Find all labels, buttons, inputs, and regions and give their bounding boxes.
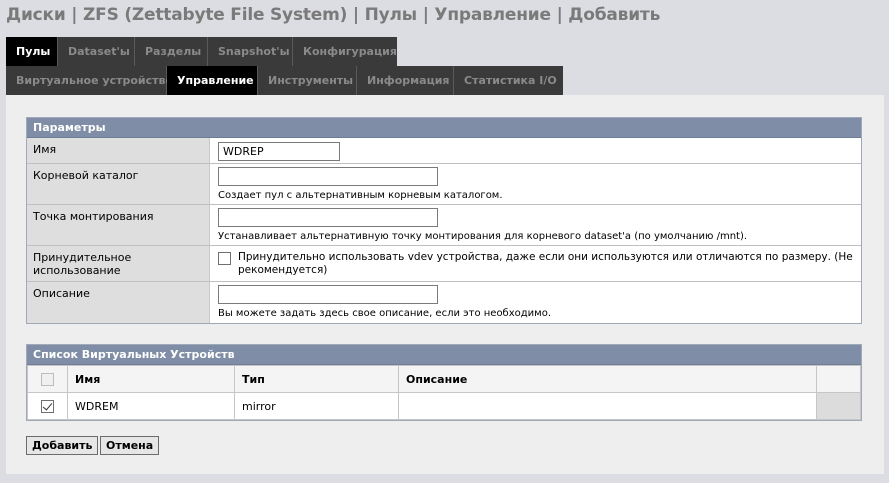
vdev-type: mirror bbox=[234, 392, 399, 420]
row-actions-cell bbox=[816, 392, 861, 420]
tab-management[interactable]: Управление bbox=[167, 66, 258, 95]
force-text: Принудительно использовать vdev устройст… bbox=[238, 251, 853, 276]
tab-virtual-device[interactable]: Виртуальное устройство bbox=[6, 66, 173, 95]
col-type: Тип bbox=[234, 365, 399, 393]
mount-label: Точка монтирования bbox=[27, 205, 210, 245]
tab-configuration[interactable]: Конфигурация bbox=[293, 37, 397, 66]
tab-information[interactable]: Информация bbox=[357, 66, 454, 95]
root-dir-input[interactable] bbox=[218, 167, 438, 186]
vdev-table: Имя Тип Описание WDREM mirror bbox=[27, 365, 861, 420]
tab-datasets[interactable]: Dataset'ы bbox=[58, 37, 135, 66]
row-checkbox[interactable] bbox=[41, 399, 54, 413]
tab-io-statistics[interactable]: Статистика I/O bbox=[454, 66, 563, 95]
col-actions bbox=[816, 365, 861, 393]
description-row: Описание Вы можете задать здесь свое опи… bbox=[27, 282, 861, 323]
table-row: WDREM mirror bbox=[27, 392, 861, 420]
mount-point-input[interactable] bbox=[218, 208, 438, 227]
force-label: Принудительное использование bbox=[27, 246, 210, 281]
col-description: Описание bbox=[398, 365, 817, 393]
force-checkbox[interactable] bbox=[218, 252, 231, 265]
tab-tools[interactable]: Инструменты bbox=[258, 66, 357, 95]
vdev-section: Список Виртуальных Устройств Имя Тип Опи… bbox=[26, 344, 862, 421]
root-row: Корневой каталог Создает пул с альтернат… bbox=[27, 164, 861, 205]
description-hint: Вы можете задать здесь свое описание, ес… bbox=[218, 308, 552, 319]
parameters-header: Параметры bbox=[27, 118, 861, 138]
root-label: Корневой каталог bbox=[27, 164, 210, 204]
name-row: Имя bbox=[27, 138, 861, 164]
mount-hint: Устанавливает альтернативную точку монти… bbox=[218, 231, 748, 242]
select-all-checkbox[interactable] bbox=[41, 372, 54, 386]
vdev-table-header: Имя Тип Описание bbox=[27, 365, 861, 393]
vdev-description bbox=[398, 392, 817, 420]
parameters-section: Параметры Имя Корневой каталог Создает п… bbox=[26, 117, 862, 324]
tab-partitions[interactable]: Разделы bbox=[135, 37, 208, 66]
content-panel: Параметры Имя Корневой каталог Создает п… bbox=[6, 95, 884, 474]
force-row: Принудительное использование Принудитель… bbox=[27, 246, 861, 282]
cancel-button[interactable]: Отмена bbox=[100, 436, 160, 455]
description-input[interactable] bbox=[218, 285, 438, 304]
tab-snapshots[interactable]: Snapshot'ы bbox=[208, 37, 293, 66]
tab-pools[interactable]: Пулы bbox=[6, 37, 58, 66]
vdev-header: Список Виртуальных Устройств bbox=[27, 345, 861, 365]
mount-row: Точка монтирования Устанавливает альтерн… bbox=[27, 205, 861, 246]
root-hint: Создает пул с альтернативным корневым ка… bbox=[218, 190, 503, 201]
secondary-tabs: Виртуальное устройство Управление Инстру… bbox=[6, 66, 563, 95]
description-label: Описание bbox=[27, 282, 210, 323]
col-name: Имя bbox=[67, 365, 235, 393]
pool-name-input[interactable] bbox=[218, 142, 340, 161]
page-title: Диски | ZFS (Zettabyte File System) | Пу… bbox=[6, 5, 661, 25]
add-button[interactable]: Добавить bbox=[26, 436, 99, 455]
primary-tabs: Пулы Dataset'ы Разделы Snapshot'ы Конфиг… bbox=[6, 37, 397, 66]
name-label: Имя bbox=[27, 138, 210, 163]
vdev-name: WDREM bbox=[67, 392, 235, 420]
